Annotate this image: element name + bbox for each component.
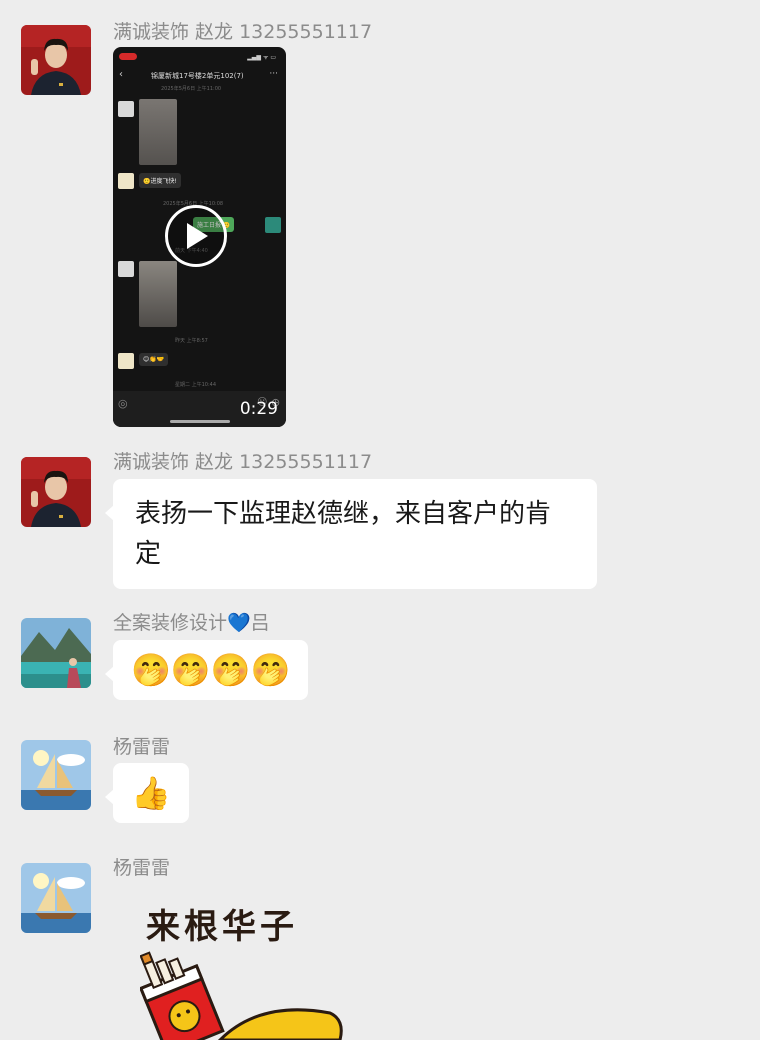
avatar-zhaolong[interactable] — [21, 25, 91, 95]
home-indicator — [170, 420, 230, 423]
message-text: 满诚装饰 赵龙 13255551117 表扬一下监理赵德继，来自客户的肯定 — [0, 440, 760, 600]
video-photo — [139, 99, 177, 165]
video-avatar-self — [265, 217, 281, 233]
sticker-message[interactable]: 来根华子 — [140, 895, 360, 1040]
message-bubble[interactable]: 👍 — [105, 763, 189, 823]
sender-name: 满诚装饰 赵龙 13255551117 — [113, 21, 373, 43]
sender-name: 杨雷雷 — [113, 857, 171, 879]
recording-indicator — [119, 53, 137, 60]
message-emoji: 全案装修设计💙吕 🤭🤭🤭🤭 — [0, 600, 760, 725]
video-bubble: 😊👏🤝 — [139, 353, 169, 366]
avatar-zhaolong[interactable] — [21, 457, 91, 527]
video-chat-title: 锦厦新城17号楼2单元102(7) — [151, 72, 244, 80]
status-icons: ▂▄▆ ᯤ ▭ — [247, 54, 276, 61]
video-duration: 0:29 — [239, 399, 278, 419]
video-avatar — [118, 101, 134, 117]
message-bubble[interactable]: 🤭🤭🤭🤭 — [104, 640, 309, 700]
cigarette-pack-icon — [140, 951, 343, 1040]
video-timestamp: 2025年5月6日 上午11:00 — [161, 86, 222, 92]
avatar-yangleilei[interactable] — [21, 863, 91, 933]
video-photo — [139, 261, 177, 327]
video-timestamp: 昨天 上午8:57 — [175, 338, 208, 344]
avatar-yangleilei[interactable] — [21, 740, 91, 810]
play-icon — [187, 223, 208, 249]
message-sticker: 杨雷雷 — [0, 850, 760, 1040]
video-avatar — [118, 261, 134, 277]
video-avatar — [118, 353, 134, 369]
video-timestamp: 星期二 上午10:44 — [175, 382, 216, 388]
sender-name: 满诚装饰 赵龙 13255551117 — [113, 451, 373, 473]
more-icon: ··· — [269, 69, 278, 79]
avatar-lv[interactable] — [21, 618, 91, 688]
video-message[interactable]: ▂▄▆ ᯤ ▭ ‹ 锦厦新城17号楼2单元102(7) ··· 2025年5月6… — [113, 47, 286, 427]
message-video: 满诚装饰 赵龙 13255551117 ▂▄▆ ᯤ ▭ ‹ 锦厦新城17号楼2单… — [0, 0, 760, 440]
video-bubble: 🙂进度飞快! — [139, 173, 181, 188]
message-bubble[interactable]: 表扬一下监理赵德继，来自客户的肯定 — [105, 479, 597, 589]
message-emoji: 杨雷雷 👍 — [0, 725, 760, 850]
sender-name: 全案装修设计💙吕 — [113, 612, 270, 634]
sender-name: 杨雷雷 — [113, 736, 171, 758]
play-button[interactable] — [165, 205, 227, 267]
video-avatar — [118, 173, 134, 189]
voice-icon: ◎ — [118, 397, 128, 410]
back-chevron-icon: ‹ — [119, 69, 123, 80]
